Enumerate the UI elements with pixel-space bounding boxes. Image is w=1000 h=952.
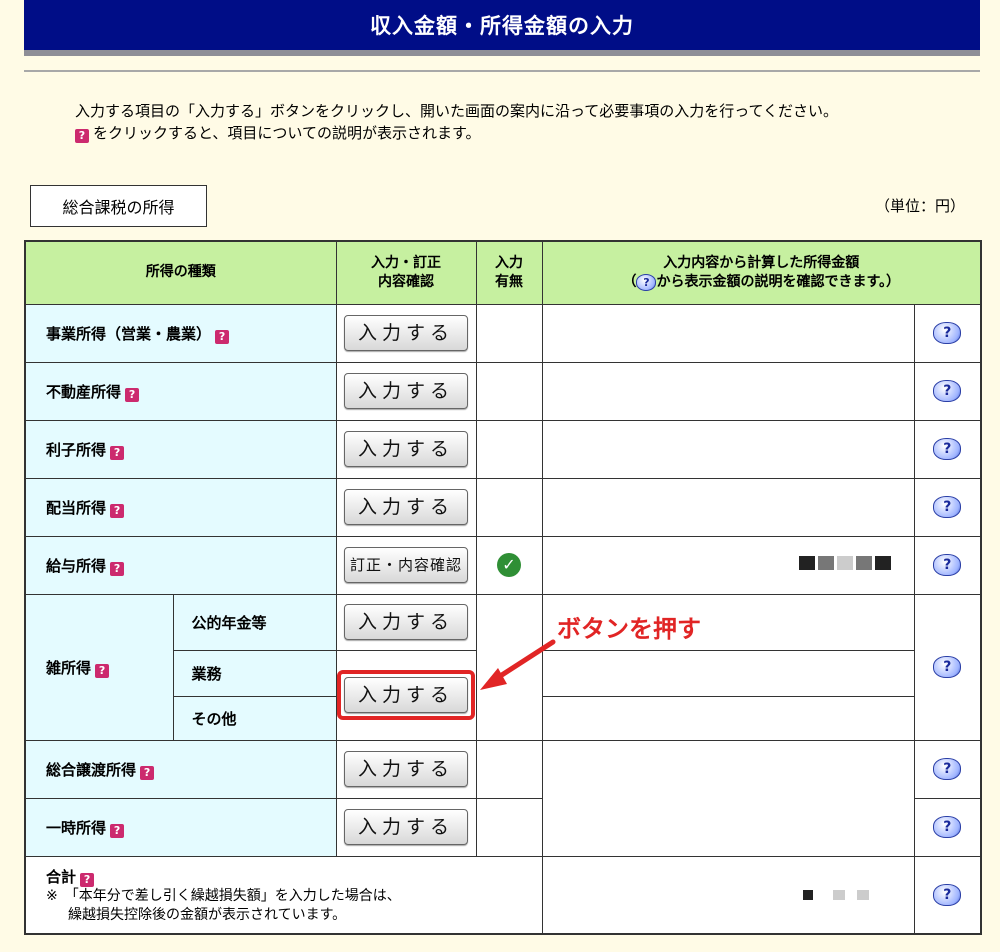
table-header-row: 所得の種類 入力・訂正 内容確認 入力 有無 入力内容から計算した所得金額（? から表… bbox=[24, 240, 982, 305]
input-button-dividend[interactable]: 入力する bbox=[344, 489, 468, 525]
help-bubble-icon: ? bbox=[636, 273, 657, 291]
has-input-cell bbox=[475, 303, 543, 363]
table-row: 不動産所得? 入力する ? bbox=[24, 361, 982, 421]
input-button-transfer[interactable]: 入力する bbox=[344, 751, 468, 787]
amount-cell bbox=[541, 361, 915, 421]
amount-cell bbox=[541, 535, 915, 595]
sub-row-label: その他 bbox=[172, 695, 337, 741]
redacted-amount bbox=[798, 556, 894, 574]
help-bubble-icon[interactable]: ? bbox=[933, 758, 962, 780]
help-bubble-icon[interactable]: ? bbox=[933, 883, 962, 906]
help-square-icon[interactable]: ? bbox=[110, 445, 125, 460]
redacted-amount bbox=[802, 886, 872, 904]
section-label: 総合課税の所得 bbox=[30, 185, 207, 227]
total-note-line-2: 繰越損失控除後の金額が表示されています。 bbox=[68, 907, 347, 924]
has-input-cell bbox=[475, 593, 543, 741]
header-divider bbox=[24, 70, 980, 72]
header-amount: 入力内容から計算した所得金額（? から表示金額の説明を確認できます。） bbox=[541, 240, 982, 305]
total-row: 合計? ※ 「本年分で差し引く繰越損失額」を入力した場合は、 繰越損失控除後の金… bbox=[24, 855, 982, 935]
has-input-cell: ✓ bbox=[475, 535, 543, 595]
help-bubble-icon[interactable]: ? bbox=[933, 656, 962, 678]
correct-confirm-button-salary[interactable]: 訂正・内容確認 bbox=[344, 547, 468, 583]
help-square-icon[interactable]: ? bbox=[110, 823, 125, 838]
amount-cell bbox=[541, 477, 915, 537]
instructions: 入力する項目の「入力する」ボタンをクリックし、開いた画面の案内に沿って必要事項の… bbox=[75, 100, 838, 144]
input-button-pension[interactable]: 入力する bbox=[344, 604, 468, 640]
amount-cell bbox=[541, 739, 915, 857]
row-label: 一時所得 bbox=[46, 818, 107, 837]
row-label: 雑所得 bbox=[46, 658, 92, 677]
page-title: 収入金額・所得金額の入力 bbox=[24, 0, 980, 56]
amount-cell bbox=[541, 695, 915, 741]
table-row: 総合譲渡所得? 入力する ? bbox=[24, 739, 982, 857]
row-label: 事業所得（営業・農業） bbox=[46, 324, 212, 343]
amount-cell bbox=[541, 419, 915, 479]
input-button-business-misc[interactable]: 入力する bbox=[344, 677, 468, 713]
unit-label: （単位：円） bbox=[875, 197, 966, 215]
amount-cell bbox=[541, 303, 915, 363]
table-row: 給与所得? 訂正・内容確認 ✓ ? bbox=[24, 535, 982, 595]
help-bubble-icon[interactable]: ? bbox=[933, 816, 962, 838]
help-square-icon[interactable]: ? bbox=[110, 561, 125, 576]
help-bubble-icon[interactable]: ? bbox=[933, 438, 962, 460]
instruction-line-1: 入力する項目の「入力する」ボタンをクリックし、開いた画面の案内に沿って必要事項の… bbox=[75, 102, 839, 120]
sub-row-label: 公的年金等 bbox=[172, 593, 337, 651]
has-input-cell bbox=[475, 477, 543, 537]
header-type: 所得の種類 bbox=[24, 240, 337, 305]
help-square-icon[interactable]: ? bbox=[95, 663, 110, 678]
help-square-icon[interactable]: ? bbox=[125, 387, 140, 402]
row-label: 不動産所得 bbox=[46, 382, 122, 401]
has-input-cell bbox=[475, 739, 543, 799]
amount-cell bbox=[541, 649, 915, 697]
highlight-box: 入力する bbox=[337, 670, 475, 720]
has-input-cell bbox=[475, 419, 543, 479]
help-square-icon: ? bbox=[75, 129, 89, 143]
help-square-icon[interactable]: ? bbox=[140, 765, 155, 780]
table-row: 雑所得? 公的年金等 入力する ? bbox=[24, 593, 982, 741]
table-row: 事業所得（営業・農業）? 入力する ? bbox=[24, 303, 982, 363]
row-label: 給与所得 bbox=[46, 556, 107, 575]
help-square-icon[interactable]: ? bbox=[110, 503, 125, 518]
table-row: 配当所得? 入力する ? bbox=[24, 477, 982, 537]
income-table: 所得の種類 入力・訂正 内容確認 入力 有無 入力内容から計算した所得金額（? から表… bbox=[24, 240, 983, 935]
input-button-real-estate[interactable]: 入力する bbox=[344, 373, 468, 409]
total-label: 合計 bbox=[46, 868, 77, 887]
annotation-text: ボタンを押す bbox=[557, 615, 701, 643]
input-button-interest[interactable]: 入力する bbox=[344, 431, 468, 467]
help-bubble-icon[interactable]: ? bbox=[933, 496, 962, 518]
input-button-temporary[interactable]: 入力する bbox=[344, 809, 468, 845]
check-icon: ✓ bbox=[497, 553, 521, 577]
row-label: 総合譲渡所得 bbox=[46, 760, 137, 779]
instruction-line-2: ? をクリックすると、項目についての説明が表示されます。 bbox=[75, 122, 838, 144]
help-bubble-icon[interactable]: ? bbox=[933, 554, 962, 576]
help-bubble-icon[interactable]: ? bbox=[933, 380, 962, 402]
total-note-line-1: ※ 「本年分で差し引く繰越損失額」を入力した場合は、 bbox=[46, 888, 401, 905]
has-input-cell bbox=[475, 797, 543, 857]
table-row: 利子所得? 入力する ? bbox=[24, 419, 982, 479]
help-bubble-icon[interactable]: ? bbox=[933, 322, 962, 344]
total-amount-cell bbox=[541, 855, 915, 935]
has-input-cell bbox=[475, 361, 543, 421]
help-square-icon[interactable]: ? bbox=[215, 329, 230, 344]
header-entry: 入力・訂正 内容確認 bbox=[335, 240, 477, 305]
sub-row-label: 業務 bbox=[172, 649, 337, 697]
input-button-business[interactable]: 入力する bbox=[344, 315, 468, 351]
row-label: 配当所得 bbox=[46, 498, 107, 517]
header-has-input: 入力 有無 bbox=[475, 240, 543, 305]
help-square-icon[interactable]: ? bbox=[80, 873, 95, 888]
row-label: 利子所得 bbox=[46, 440, 107, 459]
